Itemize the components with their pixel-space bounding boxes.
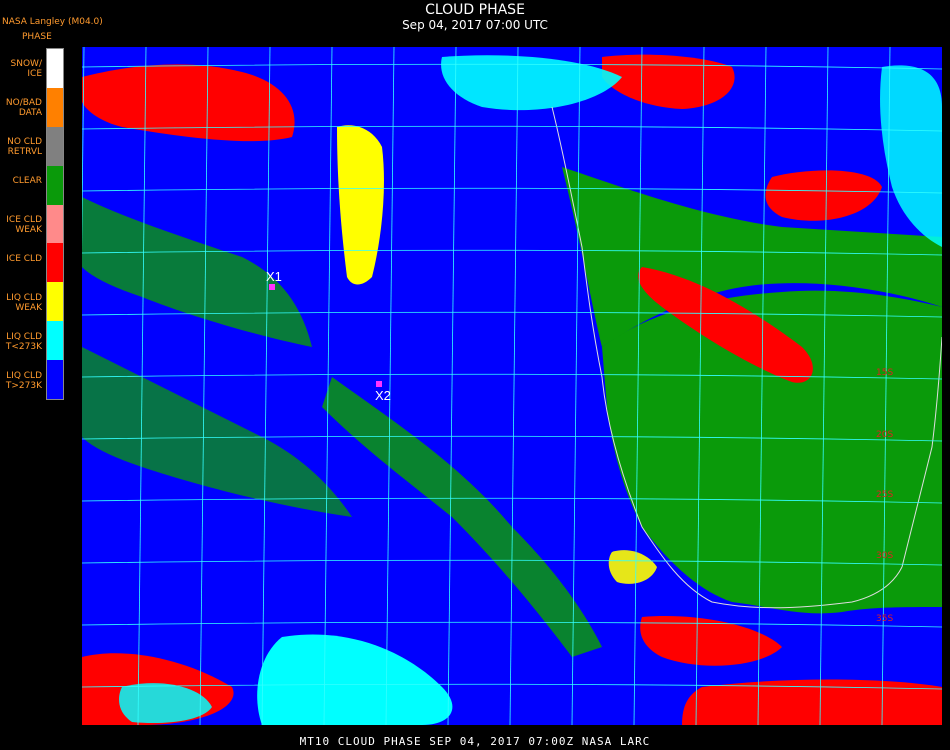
legend-swatch	[47, 321, 63, 361]
legend-label: ICE CLD WEAK	[6, 215, 42, 235]
legend-swatch	[47, 243, 63, 283]
legend-swatch	[47, 204, 63, 244]
legend-label: LIQ CLD T<273K	[5, 332, 42, 352]
marker-x2-dot	[376, 381, 382, 387]
legend-swatch	[47, 126, 63, 166]
legend-title: PHASE	[22, 32, 52, 42]
legend-label: NO/BAD DATA	[5, 98, 42, 118]
producer-label: NASA Langley (M04.0)	[2, 17, 103, 27]
lat-label: 15S	[876, 368, 894, 378]
map-title: CLOUD PHASE	[425, 2, 525, 18]
lat-label: 25S	[876, 490, 894, 500]
legend-colorbar	[46, 48, 64, 400]
legend-swatch	[47, 87, 63, 127]
lat-label: 35S	[876, 614, 894, 624]
legend-swatch	[47, 49, 63, 88]
lat-label: 20S	[876, 430, 894, 440]
legend-label: LIQ CLD T>273K	[5, 371, 42, 391]
lat-label: 30S	[876, 551, 894, 561]
legend-swatch	[47, 165, 63, 205]
cloud-phase-map[interactable]	[82, 47, 942, 725]
legend-label: ICE CLD	[6, 254, 42, 264]
marker-x2-label: X2	[375, 388, 391, 403]
legend-swatch	[47, 360, 63, 400]
legend-label: SNOW/ICE	[10, 59, 42, 79]
footer-caption: MT10 CLOUD PHASE SEP 04, 2017 07:00Z NAS…	[299, 735, 651, 748]
ice-cloud-southeast	[682, 679, 942, 725]
legend-label: LIQ CLD WEAK	[6, 293, 42, 313]
legend-swatch	[47, 282, 63, 322]
map-timestamp: Sep 04, 2017 07:00 UTC	[402, 18, 548, 32]
legend-label: NO CLD RETRVL	[7, 137, 42, 157]
marker-x1-dot	[269, 284, 275, 290]
marker-x1-label: X1	[266, 269, 282, 284]
legend-label: CLEAR	[12, 176, 42, 186]
